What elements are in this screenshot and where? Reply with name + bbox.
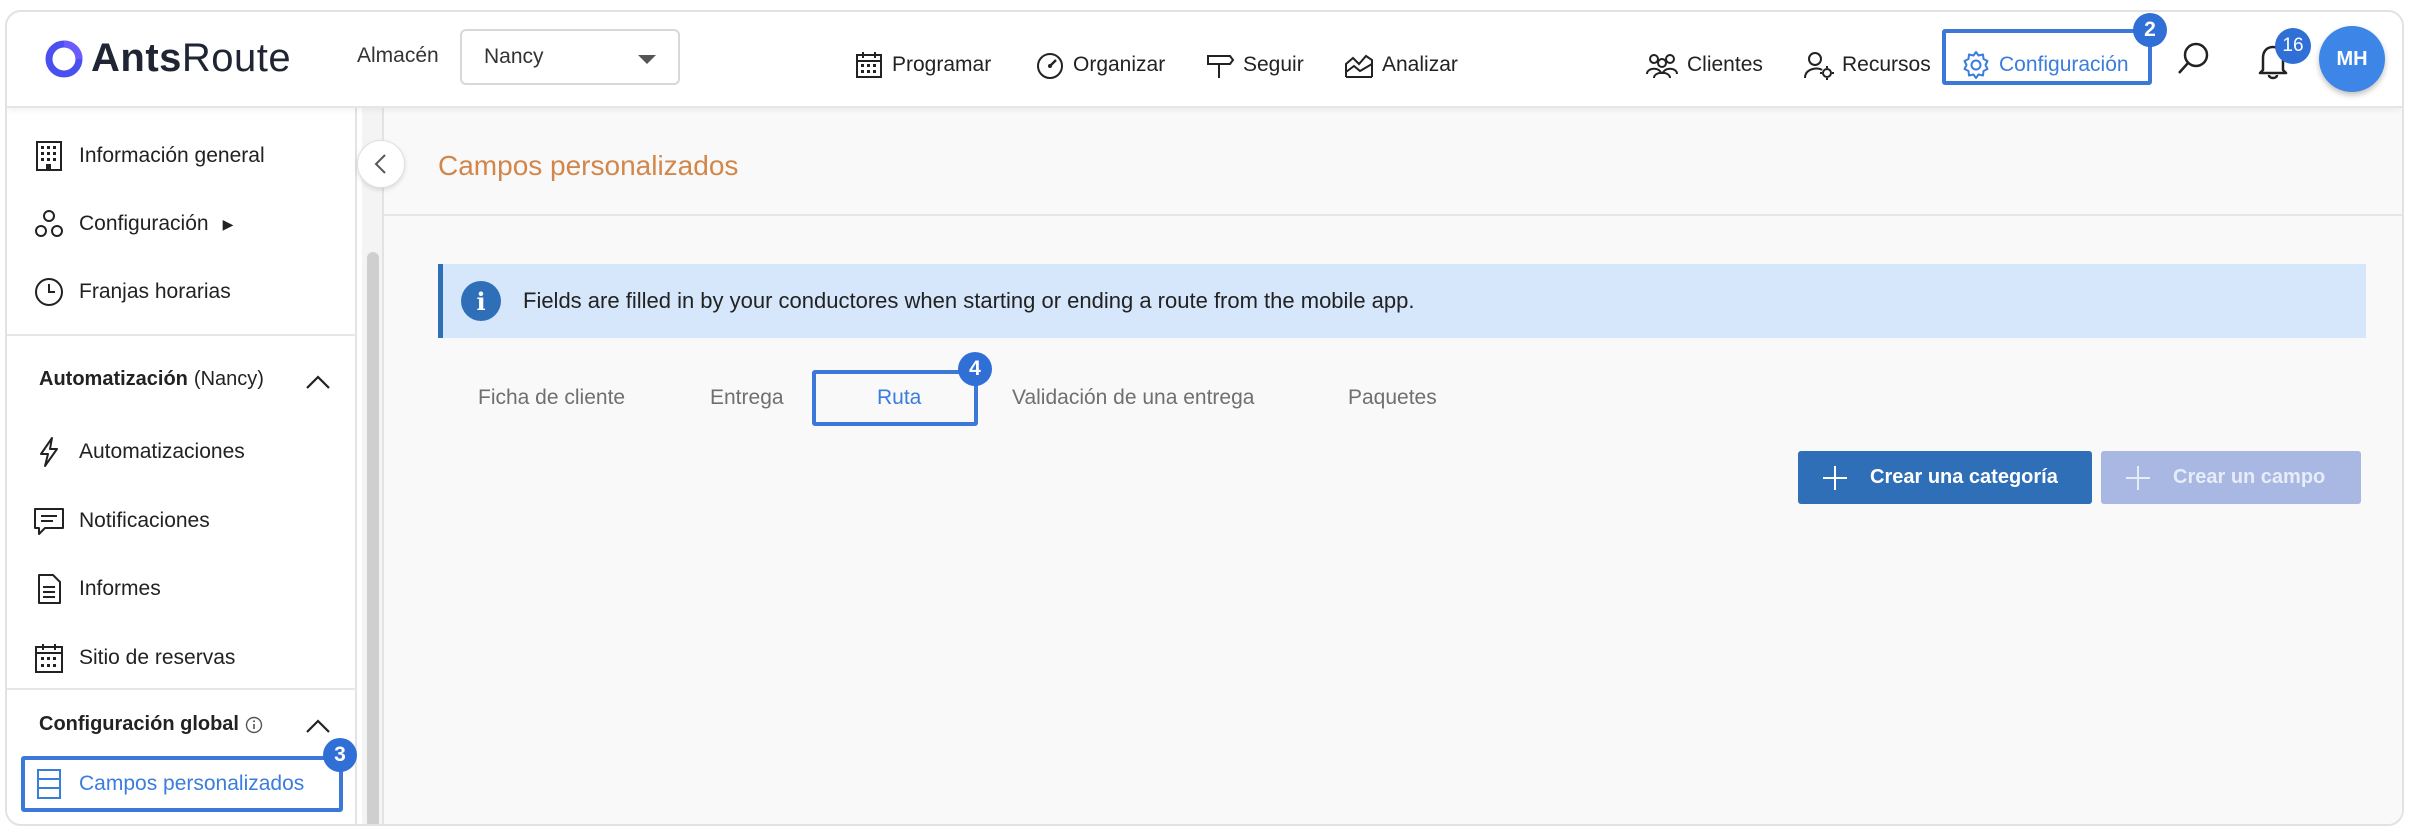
create-category-button[interactable]: Crear una categoría <box>1798 451 2092 504</box>
section-configuracion-global-heading[interactable]: Configuración global <box>39 713 263 736</box>
tab-ruta[interactable]: Ruta <box>877 386 921 410</box>
warehouse-select-value: Nancy <box>484 45 544 68</box>
info-circle-icon[interactable] <box>245 716 263 734</box>
sidebar-item-label: Información general <box>79 144 265 167</box>
sidebar-item-notificaciones[interactable]: Notificaciones <box>33 505 210 537</box>
nav-seguir[interactable]: Seguir <box>1205 50 1304 80</box>
user-avatar[interactable]: MH <box>2319 26 2385 92</box>
nav-seguir-label: Seguir <box>1243 53 1304 76</box>
tab-ficha-de-cliente[interactable]: Ficha de cliente <box>478 386 625 410</box>
sidebar-item-informes[interactable]: Informes <box>33 573 161 605</box>
notification-count-badge: 16 <box>2275 28 2311 64</box>
chart-icon <box>1345 54 1373 78</box>
nav-organizar[interactable]: Organizar <box>1035 50 1165 80</box>
warehouse-select[interactable]: Nancy <box>460 29 680 85</box>
sidebar-item-label: Sitio de reservas <box>79 646 236 669</box>
sidebar-item-label: Informes <box>79 577 161 600</box>
sidebar-item-label: Configuración <box>79 212 209 235</box>
create-field-label: Crear un campo <box>2173 466 2326 488</box>
lightning-icon <box>40 437 58 467</box>
sidebar-item-sitio-de-reservas[interactable]: Sitio de reservas <box>33 642 235 674</box>
message-icon <box>34 508 64 535</box>
create-category-label: Crear una categoría <box>1870 466 2058 488</box>
nav-organizar-label: Organizar <box>1073 53 1166 76</box>
search-icon[interactable] <box>2176 41 2212 77</box>
sidebar-item-configuracion[interactable]: Configuración ▶ <box>33 208 233 240</box>
sidebar-item-label: Automatizaciones <box>79 440 245 463</box>
collapse-sidebar-button[interactable] <box>357 140 405 188</box>
page-title: Campos personalizados <box>438 150 739 181</box>
app-window: AntsRoute Almacén Nancy Programar Organi… <box>5 10 2404 826</box>
chevron-down-icon <box>638 55 656 64</box>
section-title: Automatización <box>39 368 188 390</box>
chevron-up-icon[interactable] <box>305 374 331 390</box>
nav-clientes[interactable]: Clientes <box>1645 50 1763 80</box>
cluster-icon <box>35 210 63 237</box>
top-header: AntsRoute Almacén Nancy Programar Organi… <box>7 12 2402 108</box>
chevron-up-icon[interactable] <box>305 718 331 734</box>
sidebar-item-label: Campos personalizados <box>79 772 305 795</box>
building-icon <box>36 141 62 171</box>
clock-icon <box>35 278 63 306</box>
table-rows-icon <box>37 769 61 799</box>
nav-recursos-label: Recursos <box>1842 53 1931 76</box>
document-icon <box>38 574 61 604</box>
antsroute-logo-icon <box>45 40 83 77</box>
nav-analizar[interactable]: Analizar <box>1344 50 1458 80</box>
info-banner: i Fields are filled in by your conductor… <box>438 264 2366 338</box>
signpost-icon <box>1207 55 1235 78</box>
warehouse-label: Almacén <box>357 44 439 67</box>
calendar-icon <box>856 52 882 78</box>
sidebar-item-informacion-general[interactable]: Información general <box>33 140 265 172</box>
step-badge-3: 3 <box>323 738 357 772</box>
gauge-icon <box>1037 53 1063 79</box>
nav-programar-label: Programar <box>892 53 992 76</box>
nav-analizar-label: Analizar <box>1382 53 1458 76</box>
step-badge-2: 2 <box>2133 13 2167 47</box>
tab-paquetes[interactable]: Paquetes <box>1348 386 1437 410</box>
submenu-arrow-icon: ▶ <box>222 215 234 232</box>
tab-entrega[interactable]: Entrega <box>710 386 784 410</box>
plus-icon <box>2126 465 2150 490</box>
sidebar-item-label: Franjas horarias <box>79 280 231 303</box>
sidebar-scrollbar-thumb[interactable] <box>367 252 379 824</box>
info-icon: i <box>461 281 501 321</box>
section-automatizacion-heading[interactable]: Automatización (Nancy) <box>39 368 264 391</box>
sidebar-divider <box>7 688 357 690</box>
nav-clientes-label: Clientes <box>1687 53 1763 76</box>
nav-recursos[interactable]: Recursos <box>1804 50 1931 80</box>
info-banner-text: Fields are filled in by your conductores… <box>523 288 1415 313</box>
logo-text: AntsRoute <box>91 36 292 80</box>
gear-icon <box>1963 51 1989 79</box>
nav-configuracion-label: Configuración <box>1999 53 2129 76</box>
create-field-button[interactable]: Crear un campo <box>2101 451 2361 504</box>
antsroute-logo[interactable]: AntsRoute <box>43 36 291 81</box>
main-content: Campos personalizados i Fields are fille… <box>382 108 2402 824</box>
page-header: Campos personalizados <box>384 108 2402 216</box>
sidebar-item-campos-personalizados[interactable]: Campos personalizados <box>33 768 304 800</box>
sidebar: Información general Configuración ▶ Fran… <box>7 108 357 824</box>
plus-icon <box>1823 465 1847 490</box>
tab-validacion-de-una-entrega[interactable]: Validación de una entrega <box>1012 386 1254 410</box>
section-suffix: (Nancy) <box>193 368 264 390</box>
step-badge-4: 4 <box>958 352 992 386</box>
user-gear-icon <box>1804 52 1834 80</box>
sidebar-item-label: Notificaciones <box>79 509 210 532</box>
calendar-icon <box>35 644 63 673</box>
nav-configuracion[interactable]: Configuración <box>1961 50 2129 80</box>
sidebar-divider <box>7 334 357 336</box>
section-title: Configuración global <box>39 713 239 735</box>
chevron-left-icon <box>374 154 386 174</box>
nav-programar[interactable]: Programar <box>854 50 991 80</box>
sidebar-item-franjas-horarias[interactable]: Franjas horarias <box>33 276 231 308</box>
sidebar-item-automatizaciones[interactable]: Automatizaciones <box>33 436 245 468</box>
users-icon <box>1646 54 1678 79</box>
